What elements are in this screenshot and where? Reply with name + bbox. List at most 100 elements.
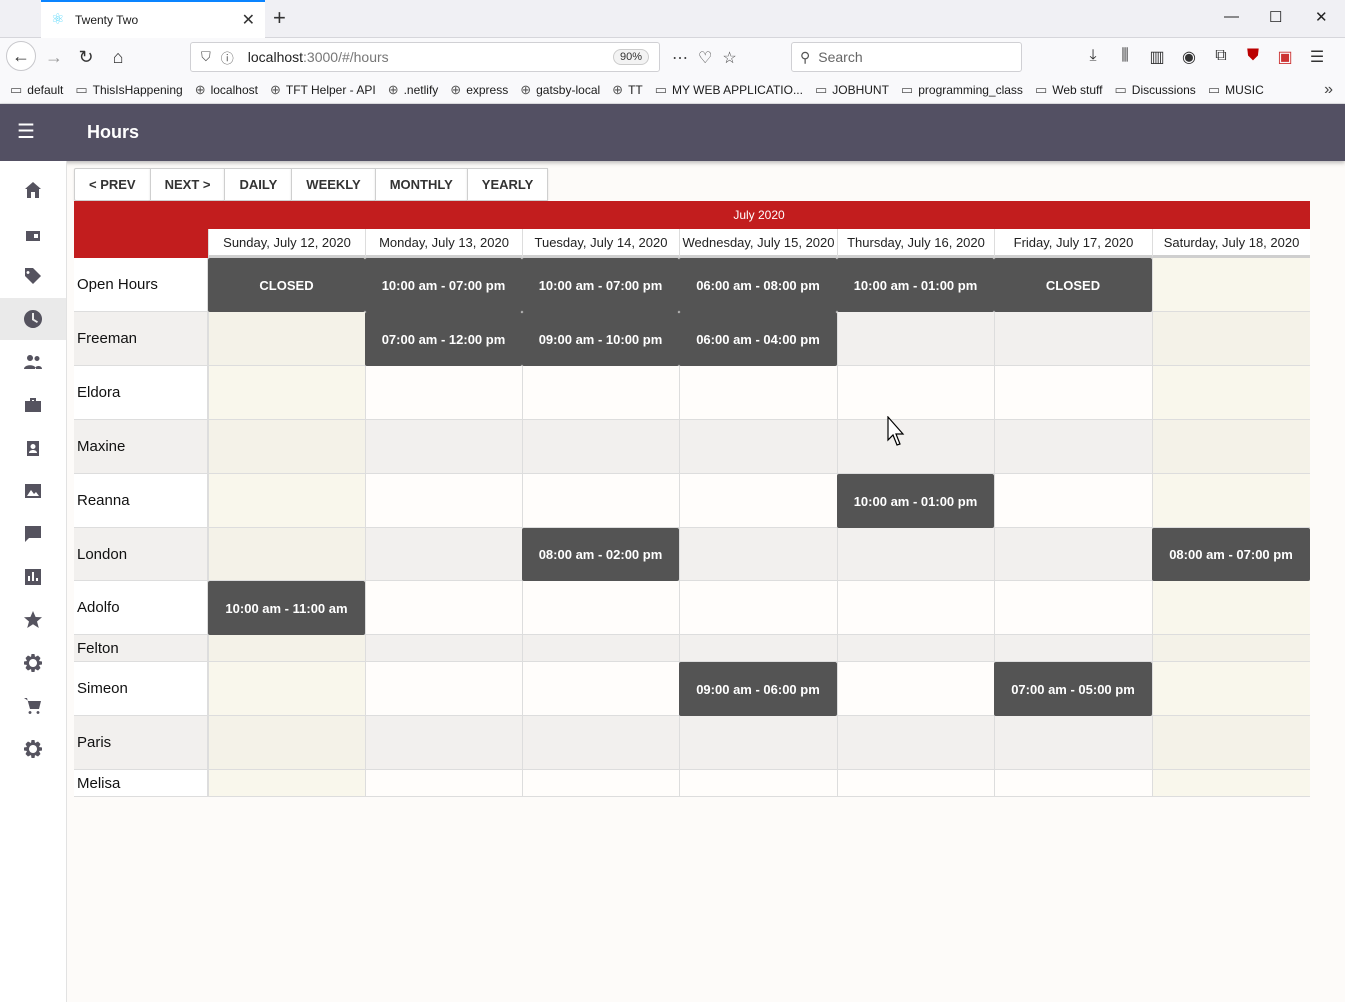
shield-icon[interactable]: ⛉	[201, 49, 211, 65]
shift-block[interactable]: 10:00 am - 11:00 am	[208, 581, 365, 635]
shift-block[interactable]: 10:00 am - 07:00 pm	[522, 258, 679, 312]
schedule-cell[interactable]	[679, 770, 837, 797]
schedule-cell[interactable]	[522, 770, 679, 797]
nav-item-settings[interactable]	[0, 728, 66, 770]
schedule-cell[interactable]	[679, 581, 837, 635]
schedule-cell[interactable]	[1152, 581, 1310, 635]
minimize-icon[interactable]: —	[1224, 8, 1239, 25]
nav-item-star[interactable]	[0, 599, 66, 641]
schedule-cell[interactable]	[679, 474, 837, 528]
schedule-cell[interactable]	[208, 635, 365, 662]
reload-icon[interactable]: ↻	[72, 43, 100, 71]
new-tab-icon[interactable]: +	[273, 7, 286, 29]
prev-button[interactable]: < PREV	[74, 168, 151, 201]
nav-item-cart[interactable]	[0, 685, 66, 727]
download-icon[interactable]: ⤓	[1084, 47, 1102, 67]
bookmark-item[interactable]: ⊕ localhost	[195, 82, 258, 98]
bookmarks-overflow-icon[interactable]: »	[1324, 81, 1333, 99]
schedule-cell[interactable]	[837, 528, 994, 581]
schedule-cell[interactable]	[365, 528, 522, 581]
schedule-cell[interactable]	[679, 635, 837, 662]
extension-red-icon[interactable]: ▣	[1276, 47, 1294, 67]
schedule-cell[interactable]	[679, 528, 837, 581]
schedule-cell[interactable]	[365, 366, 522, 420]
schedule-cell[interactable]	[208, 474, 365, 528]
schedule-cell[interactable]	[365, 662, 522, 716]
bookmark-item[interactable]: ▭ ThisIsHappening	[75, 82, 182, 98]
yearly-button[interactable]: YEARLY	[466, 168, 549, 201]
schedule-cell[interactable]	[1152, 662, 1310, 716]
schedule-cell[interactable]	[365, 770, 522, 797]
schedule-cell[interactable]	[994, 474, 1152, 528]
bookmark-item[interactable]: ⊕ TFT Helper - API	[270, 82, 376, 98]
schedule-cell[interactable]	[522, 662, 679, 716]
schedule-cell[interactable]	[365, 474, 522, 528]
shift-block[interactable]: 08:00 am - 07:00 pm	[1152, 528, 1310, 581]
back-arrow-icon[interactable]: ←	[6, 41, 36, 71]
bookmark-item[interactable]: ⊕ .netlify	[388, 82, 439, 98]
browser-tab[interactable]: ⚛ Twenty Two ✕	[41, 0, 265, 38]
nav-item-gear[interactable]	[0, 642, 66, 684]
url-bar[interactable]: ⛉ ⓘ localhost:3000/#/hours 90%	[190, 42, 660, 72]
schedule-cell[interactable]	[837, 770, 994, 797]
schedule-cell[interactable]	[522, 366, 679, 420]
schedule-cell[interactable]	[994, 528, 1152, 581]
extension-icon[interactable]: ⧉	[1212, 47, 1230, 67]
home-page-icon[interactable]: ⌂	[104, 43, 132, 71]
page-actions-icon[interactable]: ⋯♡☆	[672, 48, 747, 68]
schedule-cell[interactable]	[837, 662, 994, 716]
nav-item-contact[interactable]	[0, 427, 66, 469]
shift-block[interactable]: CLOSED	[994, 258, 1152, 312]
next-button[interactable]: NEXT >	[149, 168, 226, 201]
shift-block[interactable]: 09:00 am - 06:00 pm	[679, 662, 837, 716]
shift-block[interactable]: 07:00 am - 05:00 pm	[994, 662, 1152, 716]
bookmark-item[interactable]: ▭ JOBHUNT	[815, 82, 889, 98]
bookmark-item[interactable]: ⊕ gatsby-local	[520, 82, 600, 98]
search-input[interactable]	[818, 49, 1009, 65]
schedule-cell[interactable]	[208, 528, 365, 581]
schedule-cell[interactable]	[1152, 635, 1310, 662]
nav-item-tag[interactable]	[0, 255, 66, 297]
schedule-cell[interactable]	[522, 716, 679, 770]
bookmark-item[interactable]: ▭ Discussions	[1114, 82, 1195, 98]
library-icon[interactable]: ⫼	[1116, 47, 1134, 67]
maximize-icon[interactable]: ☐	[1269, 8, 1282, 26]
schedule-cell[interactable]	[679, 366, 837, 420]
nav-item-home[interactable]	[0, 169, 66, 211]
shift-block[interactable]: 09:00 am - 10:00 pm	[522, 312, 679, 366]
bookmark-item[interactable]: ▭ MY WEB APPLICATIO...	[655, 82, 803, 98]
schedule-cell[interactable]	[1152, 258, 1310, 312]
schedule-cell[interactable]	[365, 420, 522, 474]
nav-item-clock[interactable]	[0, 298, 66, 340]
window-close-icon[interactable]: ✕	[1315, 8, 1328, 26]
schedule-cell[interactable]	[1152, 474, 1310, 528]
weekly-button[interactable]: WEEKLY	[291, 168, 376, 201]
nav-item-image[interactable]	[0, 470, 66, 512]
schedule-cell[interactable]	[522, 635, 679, 662]
schedule-cell[interactable]	[994, 581, 1152, 635]
schedule-cell[interactable]	[837, 366, 994, 420]
schedule-cell[interactable]	[1152, 366, 1310, 420]
shift-block[interactable]: 10:00 am - 07:00 pm	[365, 258, 522, 312]
schedule-cell[interactable]	[522, 420, 679, 474]
schedule-cell[interactable]	[837, 635, 994, 662]
forward-arrow-icon[interactable]: →	[40, 43, 68, 71]
nav-item-chat[interactable]	[0, 513, 66, 555]
shift-block[interactable]: CLOSED	[208, 258, 365, 312]
schedule-cell[interactable]	[208, 716, 365, 770]
schedule-cell[interactable]	[365, 635, 522, 662]
nav-item-chart[interactable]	[0, 556, 66, 598]
nav-item-calendar[interactable]	[0, 212, 66, 254]
shift-block[interactable]: 08:00 am - 02:00 pm	[522, 528, 679, 581]
schedule-cell[interactable]	[1152, 716, 1310, 770]
close-tab-icon[interactable]: ✕	[242, 10, 255, 30]
schedule-cell[interactable]	[522, 474, 679, 528]
menu-icon[interactable]: ☰	[17, 122, 35, 142]
schedule-cell[interactable]	[837, 312, 994, 366]
zoom-indicator[interactable]: 90%	[612, 49, 649, 65]
search-bar[interactable]: ⚲	[791, 42, 1022, 72]
schedule-cell[interactable]	[837, 420, 994, 474]
schedule-cell[interactable]	[994, 635, 1152, 662]
shift-block[interactable]: 06:00 am - 08:00 pm	[679, 258, 837, 312]
bookmark-item[interactable]: ⊕ TT	[612, 82, 643, 98]
